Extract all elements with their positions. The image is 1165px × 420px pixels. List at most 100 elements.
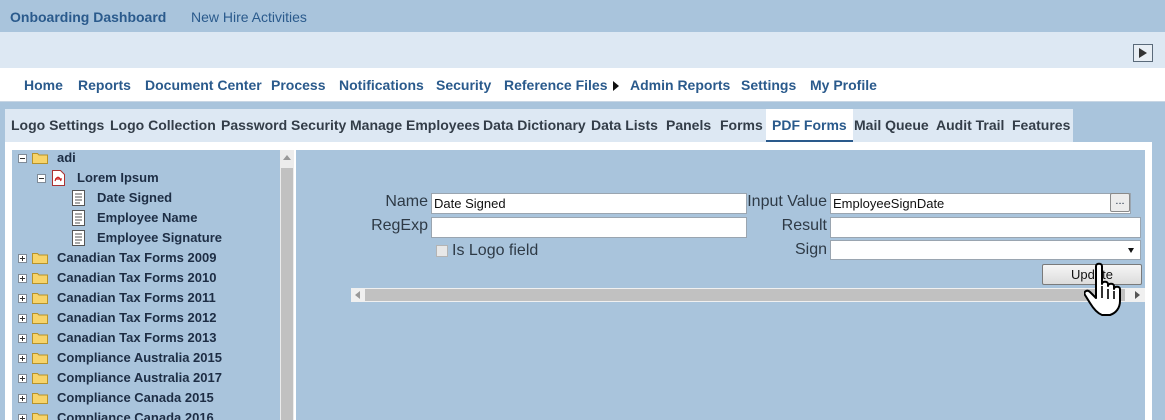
main-menu: Home Reports Document Center Process Not… [0, 68, 1165, 102]
menu-notifications[interactable]: Notifications [339, 77, 424, 93]
tab-data-lists[interactable]: Data Lists [591, 109, 658, 142]
expand-icon[interactable] [18, 414, 27, 420]
tree-label-field: Date Signed [97, 190, 173, 205]
tree-label-folder: Canadian Tax Forms 2009 [57, 250, 217, 265]
tree-node-folder[interactable]: Canadian Tax Forms 2011 [12, 288, 280, 308]
tab-manage-employees[interactable]: Manage Employees [350, 109, 480, 142]
expand-icon[interactable] [18, 294, 27, 303]
tab-mail-queue[interactable]: Mail Queue [854, 109, 929, 142]
regexp-field[interactable] [431, 217, 747, 238]
is-logo-field-checkbox[interactable] [436, 245, 448, 257]
play-icon [1139, 48, 1147, 58]
new-hire-activities-link[interactable]: New Hire Activities [191, 9, 307, 25]
tab-data-dictionary[interactable]: Data Dictionary [483, 109, 586, 142]
menu-security[interactable]: Security [436, 77, 491, 93]
tree-node-folder[interactable]: Canadian Tax Forms 2013 [12, 328, 280, 348]
expand-icon[interactable] [18, 274, 27, 283]
name-label: Name [385, 193, 428, 210]
tree-label-folder: Canadian Tax Forms 2011 [57, 290, 216, 305]
input-value-field[interactable]: EmployeeSignDate [830, 193, 1131, 214]
expand-icon[interactable] [18, 354, 27, 363]
expand-icon[interactable] [18, 374, 27, 383]
tree-label-pdf: Lorem Ipsum [77, 170, 159, 185]
play-button[interactable] [1133, 44, 1153, 62]
folder-icon [32, 313, 48, 324]
regexp-label: RegExp [371, 217, 428, 234]
menu-home[interactable]: Home [24, 77, 63, 93]
tab-logo-collection[interactable]: Logo Collection [110, 109, 216, 142]
tab-logo-settings[interactable]: Logo Settings [11, 109, 104, 142]
hand-pointer-cursor-icon [1084, 262, 1121, 316]
sign-select[interactable] [830, 240, 1141, 260]
expand-icon[interactable] [18, 394, 27, 403]
tree-label-folder: Compliance Canada 2016 [57, 410, 214, 420]
folder-icon [32, 413, 48, 420]
panel-horizontal-scrollbar[interactable] [351, 288, 1145, 302]
folder-icon [32, 253, 48, 264]
tree-node-field[interactable]: Date Signed [12, 188, 280, 208]
menu-admin-reports[interactable]: Admin Reports [630, 77, 730, 93]
toolbar [0, 32, 1165, 68]
settings-tabs: Logo Settings Logo Collection Password S… [5, 109, 1073, 142]
name-field[interactable]: Date Signed [431, 193, 747, 214]
tree-label-folder: Compliance Australia 2017 [57, 370, 222, 385]
tree-node-root[interactable]: adi [12, 150, 280, 168]
tree-node-folder[interactable]: Canadian Tax Forms 2010 [12, 268, 280, 288]
expand-icon[interactable] [18, 334, 27, 343]
tab-password-security[interactable]: Password Security [221, 109, 346, 142]
menu-settings[interactable]: Settings [741, 77, 796, 93]
tree-node-folder[interactable]: Compliance Canada 2015 [12, 388, 280, 408]
tab-panels[interactable]: Panels [666, 109, 711, 142]
tree-node-folder[interactable]: Compliance Australia 2015 [12, 348, 280, 368]
tree-label-folder: Canadian Tax Forms 2012 [57, 310, 217, 325]
menu-reference-files[interactable]: Reference Files [504, 77, 619, 93]
folder-icon [32, 273, 48, 284]
menu-reference-files-label: Reference Files [504, 77, 608, 93]
collapse-icon[interactable] [37, 174, 46, 183]
scroll-thumb[interactable] [281, 168, 293, 420]
scroll-thumb[interactable] [365, 289, 1125, 301]
tree-label-folder: Canadian Tax Forms 2010 [57, 270, 217, 285]
menu-document-center[interactable]: Document Center [145, 77, 262, 93]
tree-node-field[interactable]: Employee Name [12, 208, 280, 228]
field-document-icon [72, 210, 85, 226]
folder-icon [32, 393, 48, 404]
tree-node-folder[interactable]: Compliance Australia 2017 [12, 368, 280, 388]
scroll-left-arrow-icon[interactable] [355, 291, 360, 299]
app-title[interactable]: Onboarding Dashboard [10, 9, 166, 25]
pdf-file-icon [52, 170, 65, 186]
browse-button[interactable]: ... [1110, 193, 1130, 212]
submenu-arrow-icon [612, 81, 619, 91]
menu-process[interactable]: Process [271, 77, 325, 93]
tree-node-folder[interactable]: Canadian Tax Forms 2012 [12, 308, 280, 328]
tree-node-folder[interactable]: Compliance Canada 2016 [12, 408, 280, 420]
tab-pdf-forms[interactable]: PDF Forms [766, 109, 853, 142]
tab-forms[interactable]: Forms [720, 109, 763, 142]
tree-vertical-scrollbar[interactable] [280, 150, 294, 420]
menu-my-profile[interactable]: My Profile [810, 77, 877, 93]
folder-open-icon [32, 153, 48, 164]
tab-features[interactable]: Features [1012, 109, 1070, 142]
tree-label-root: adi [57, 150, 76, 165]
folder-icon [32, 333, 48, 344]
pdf-forms-tree: adi Lorem Ipsum Date Signed Employee Nam… [12, 150, 280, 420]
tree-label-folder: Compliance Canada 2015 [57, 390, 214, 405]
collapse-icon[interactable] [18, 154, 27, 163]
tab-audit-trail[interactable]: Audit Trail [936, 109, 1004, 142]
result-field[interactable] [830, 217, 1141, 238]
top-bar: Onboarding Dashboard New Hire Activities [0, 0, 1165, 32]
menu-reports[interactable]: Reports [78, 77, 131, 93]
scroll-up-arrow-icon[interactable] [283, 155, 291, 160]
scroll-right-arrow-icon[interactable] [1135, 291, 1140, 299]
tree-label-folder: Compliance Australia 2015 [57, 350, 222, 365]
dropdown-arrow-icon [1128, 248, 1134, 253]
tree-node-pdf[interactable]: Lorem Ipsum [12, 168, 280, 188]
expand-icon[interactable] [18, 254, 27, 263]
tree-label-field: Employee Signature [97, 230, 222, 245]
field-document-icon [72, 230, 85, 246]
tree-node-folder[interactable]: Canadian Tax Forms 2009 [12, 248, 280, 268]
result-label: Result [781, 217, 827, 234]
tree-node-field[interactable]: Employee Signature [12, 228, 280, 248]
field-document-icon [72, 190, 85, 206]
expand-icon[interactable] [18, 314, 27, 323]
